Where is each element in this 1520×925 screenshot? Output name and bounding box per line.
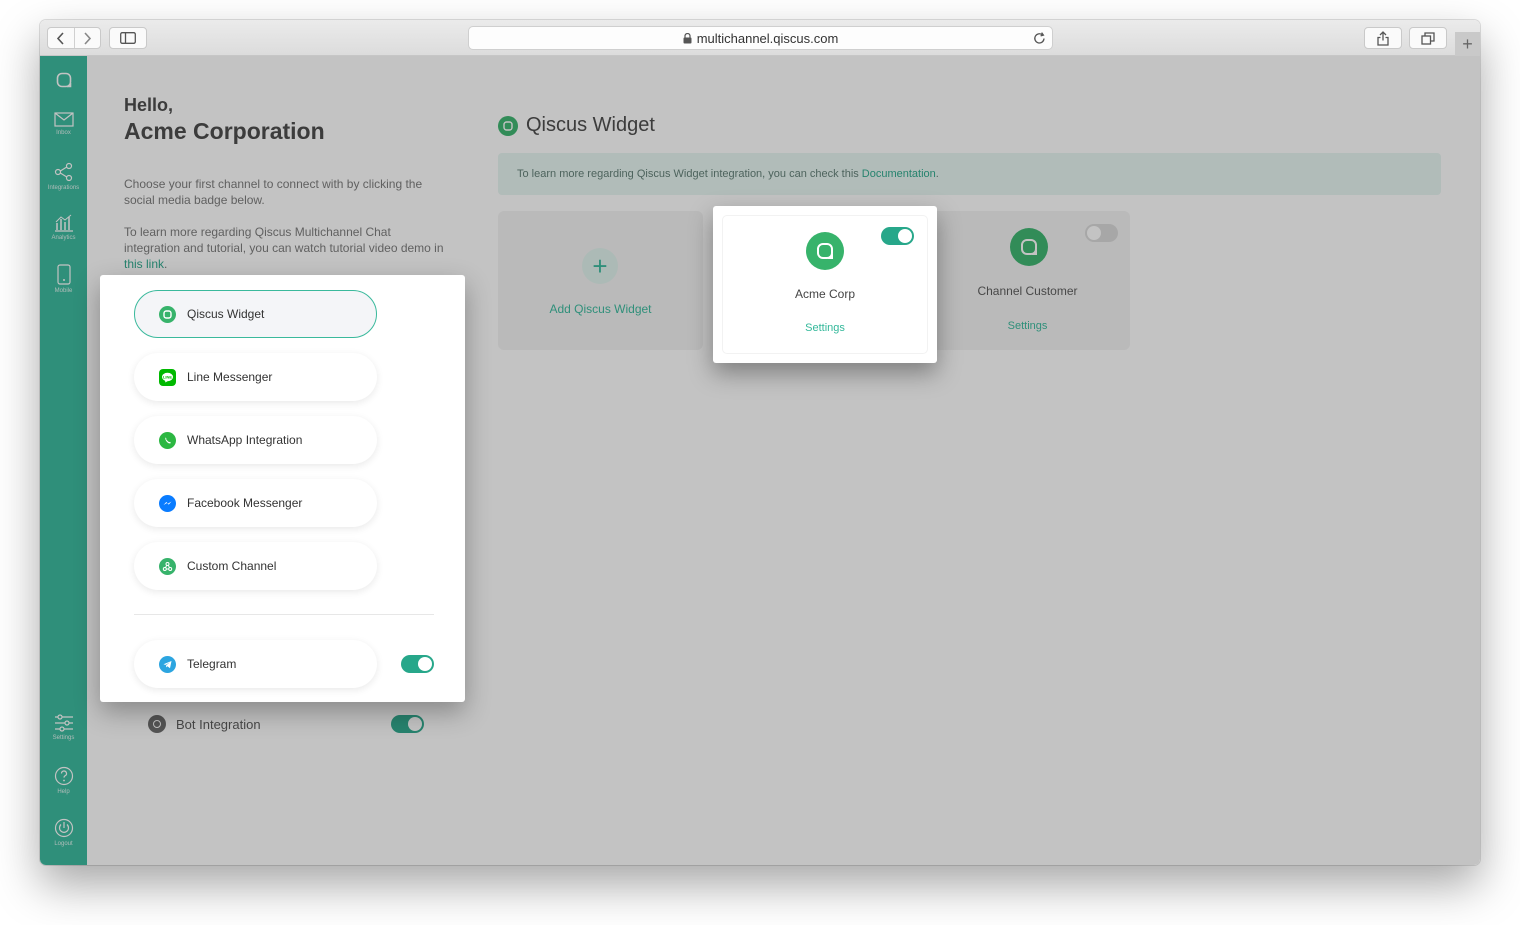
acme-corp-avatar (806, 232, 844, 270)
plus-icon: + (1462, 33, 1473, 54)
channel-custom[interactable]: Custom Channel (134, 542, 377, 590)
app-area: Inbox Integrations Analytics Mobile Sett… (40, 56, 1480, 865)
acme-corp-toggle[interactable] (881, 227, 914, 245)
telegram-icon (159, 655, 176, 673)
whatsapp-icon (159, 431, 176, 449)
sidebar-toggle-button[interactable] (109, 27, 147, 49)
acme-corp-widget-card[interactable]: Acme Corp Settings (713, 206, 937, 363)
share-icon (1377, 30, 1389, 46)
share-button[interactable] (1364, 27, 1402, 49)
channel-label: Telegram (187, 657, 237, 671)
back-button[interactable] (48, 28, 74, 48)
telegram-toggle[interactable] (401, 655, 434, 673)
browser-toolbar: multichannel.qiscus.com + (40, 20, 1480, 56)
channel-label: Facebook Messenger (187, 496, 303, 510)
nav-buttons (47, 27, 101, 49)
acme-corp-name: Acme Corp (794, 287, 856, 301)
divider (134, 614, 434, 615)
lock-icon (683, 32, 692, 44)
address-bar[interactable]: multichannel.qiscus.com (468, 26, 1053, 50)
url-text: multichannel.qiscus.com (696, 30, 839, 46)
channel-line-messenger[interactable]: LINE Line Messenger (134, 353, 377, 401)
channel-qiscus-widget[interactable]: Qiscus Widget (134, 290, 377, 338)
channel-list-popover: Qiscus Widget LINE Line Messenger WhatsA… (100, 275, 465, 702)
channel-whatsapp[interactable]: WhatsApp Integration (134, 416, 377, 464)
acme-corp-settings-link[interactable]: Settings (713, 322, 937, 334)
sidebar-icon (120, 32, 136, 44)
line-icon: LINE (159, 368, 176, 386)
qiscus-icon (817, 243, 833, 259)
show-tabs-button[interactable] (1409, 27, 1447, 49)
forward-button[interactable] (73, 28, 101, 48)
reload-icon[interactable] (1033, 31, 1046, 45)
channel-telegram[interactable]: Telegram (134, 640, 377, 688)
browser-window: multichannel.qiscus.com + Inbox Integrat… (40, 20, 1480, 865)
chevron-left-icon (57, 31, 64, 45)
tabs-icon (1421, 31, 1435, 45)
channel-label: Custom Channel (187, 559, 277, 573)
channel-label: WhatsApp Integration (187, 433, 303, 447)
chevron-right-icon (84, 31, 91, 45)
svg-text:LINE: LINE (163, 374, 172, 379)
channel-label: Line Messenger (187, 370, 273, 384)
channel-label: Qiscus Widget (187, 307, 265, 321)
messenger-icon (159, 494, 176, 512)
custom-channel-icon (159, 557, 176, 575)
new-tab-button[interactable]: + (1455, 32, 1480, 56)
qiscus-icon (159, 305, 176, 323)
channel-facebook-messenger[interactable]: Facebook Messenger (134, 479, 377, 527)
